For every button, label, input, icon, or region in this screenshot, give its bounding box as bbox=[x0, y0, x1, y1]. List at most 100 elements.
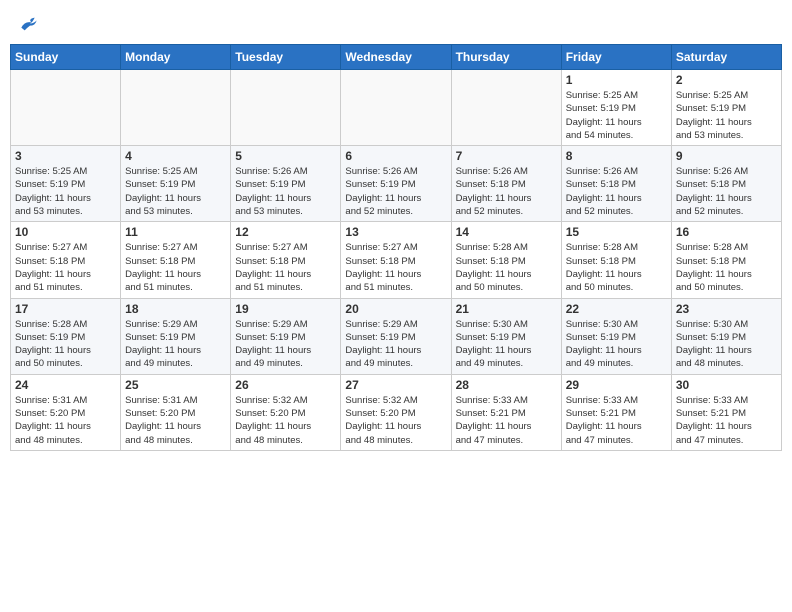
day-info: Sunrise: 5:26 AM Sunset: 5:19 PM Dayligh… bbox=[345, 165, 446, 218]
day-number: 12 bbox=[235, 225, 336, 239]
page-header bbox=[10, 10, 782, 38]
day-number: 8 bbox=[566, 149, 667, 163]
calendar-header-saturday: Saturday bbox=[671, 45, 781, 70]
day-number: 11 bbox=[125, 225, 226, 239]
calendar-week-row: 17 Sunrise: 5:28 AM Sunset: 5:19 PM Dayli… bbox=[11, 298, 782, 374]
day-number: 22 bbox=[566, 302, 667, 316]
calendar-week-row: 1 Sunrise: 5:25 AM Sunset: 5:19 PM Daylig… bbox=[11, 70, 782, 146]
calendar-header-row: SundayMondayTuesdayWednesdayThursdayFrid… bbox=[11, 45, 782, 70]
day-number: 28 bbox=[456, 378, 557, 392]
calendar-cell bbox=[451, 70, 561, 146]
calendar-cell: 4 Sunrise: 5:25 AM Sunset: 5:19 PM Daylig… bbox=[121, 146, 231, 222]
day-info: Sunrise: 5:26 AM Sunset: 5:18 PM Dayligh… bbox=[456, 165, 557, 218]
calendar-table: SundayMondayTuesdayWednesdayThursdayFrid… bbox=[10, 44, 782, 451]
calendar-cell: 30 Sunrise: 5:33 AM Sunset: 5:21 PM Dayli… bbox=[671, 374, 781, 450]
calendar-cell: 25 Sunrise: 5:31 AM Sunset: 5:20 PM Dayli… bbox=[121, 374, 231, 450]
day-number: 16 bbox=[676, 225, 777, 239]
day-number: 25 bbox=[125, 378, 226, 392]
calendar-cell: 22Sunrise: 5:30 AM Sunset: 5:19 PM Dayli… bbox=[561, 298, 671, 374]
calendar-cell bbox=[231, 70, 341, 146]
day-info: Sunrise: 5:29 AM Sunset: 5:19 PM Dayligh… bbox=[235, 318, 336, 371]
day-number: 4 bbox=[125, 149, 226, 163]
day-info: Sunrise: 5:31 AM Sunset: 5:20 PM Dayligh… bbox=[15, 394, 116, 447]
day-info: Sunrise: 5:25 AM Sunset: 5:19 PM Dayligh… bbox=[676, 89, 777, 142]
calendar-cell: 5 Sunrise: 5:26 AM Sunset: 5:19 PM Daylig… bbox=[231, 146, 341, 222]
calendar-header-thursday: Thursday bbox=[451, 45, 561, 70]
day-info: Sunrise: 5:30 AM Sunset: 5:19 PM Dayligh… bbox=[676, 318, 777, 371]
day-info: Sunrise: 5:28 AM Sunset: 5:18 PM Dayligh… bbox=[676, 241, 777, 294]
calendar-cell: 29 Sunrise: 5:33 AM Sunset: 5:21 PM Dayli… bbox=[561, 374, 671, 450]
calendar-cell: 16 Sunrise: 5:28 AM Sunset: 5:18 PM Dayli… bbox=[671, 222, 781, 298]
calendar-cell: 19Sunrise: 5:29 AM Sunset: 5:19 PM Dayli… bbox=[231, 298, 341, 374]
calendar-cell bbox=[11, 70, 121, 146]
logo-bird-icon bbox=[18, 14, 38, 34]
day-info: Sunrise: 5:25 AM Sunset: 5:19 PM Dayligh… bbox=[125, 165, 226, 218]
day-info: Sunrise: 5:25 AM Sunset: 5:19 PM Dayligh… bbox=[566, 89, 667, 142]
day-info: Sunrise: 5:26 AM Sunset: 5:18 PM Dayligh… bbox=[566, 165, 667, 218]
day-info: Sunrise: 5:33 AM Sunset: 5:21 PM Dayligh… bbox=[456, 394, 557, 447]
day-number: 6 bbox=[345, 149, 446, 163]
day-info: Sunrise: 5:27 AM Sunset: 5:18 PM Dayligh… bbox=[15, 241, 116, 294]
day-info: Sunrise: 5:32 AM Sunset: 5:20 PM Dayligh… bbox=[345, 394, 446, 447]
calendar-cell: 21 Sunrise: 5:30 AM Sunset: 5:19 PM Dayli… bbox=[451, 298, 561, 374]
day-number: 10 bbox=[15, 225, 116, 239]
calendar-cell bbox=[121, 70, 231, 146]
day-info: Sunrise: 5:33 AM Sunset: 5:21 PM Dayligh… bbox=[566, 394, 667, 447]
calendar-cell: 11 Sunrise: 5:27 AM Sunset: 5:18 PM Dayli… bbox=[121, 222, 231, 298]
calendar-cell: 8 Sunrise: 5:26 AM Sunset: 5:18 PM Daylig… bbox=[561, 146, 671, 222]
calendar-cell: 10 Sunrise: 5:27 AM Sunset: 5:18 PM Dayli… bbox=[11, 222, 121, 298]
day-info: Sunrise: 5:26 AM Sunset: 5:19 PM Dayligh… bbox=[235, 165, 336, 218]
day-number: 17 bbox=[15, 302, 116, 316]
day-number: 30 bbox=[676, 378, 777, 392]
day-number: 1 bbox=[566, 73, 667, 87]
calendar-header-monday: Monday bbox=[121, 45, 231, 70]
day-number: 14 bbox=[456, 225, 557, 239]
day-number: 7 bbox=[456, 149, 557, 163]
day-info: Sunrise: 5:32 AM Sunset: 5:20 PM Dayligh… bbox=[235, 394, 336, 447]
day-info: Sunrise: 5:29 AM Sunset: 5:19 PM Dayligh… bbox=[125, 318, 226, 371]
day-number: 26 bbox=[235, 378, 336, 392]
calendar-header-friday: Friday bbox=[561, 45, 671, 70]
day-info: Sunrise: 5:30 AM Sunset: 5:19 PM Dayligh… bbox=[456, 318, 557, 371]
day-number: 29 bbox=[566, 378, 667, 392]
calendar-header-sunday: Sunday bbox=[11, 45, 121, 70]
day-info: Sunrise: 5:29 AM Sunset: 5:19 PM Dayligh… bbox=[345, 318, 446, 371]
calendar-cell: 15Sunrise: 5:28 AM Sunset: 5:18 PM Dayli… bbox=[561, 222, 671, 298]
calendar-cell: 9 Sunrise: 5:26 AM Sunset: 5:18 PM Daylig… bbox=[671, 146, 781, 222]
day-info: Sunrise: 5:33 AM Sunset: 5:21 PM Dayligh… bbox=[676, 394, 777, 447]
day-info: Sunrise: 5:28 AM Sunset: 5:19 PM Dayligh… bbox=[15, 318, 116, 371]
calendar-week-row: 10 Sunrise: 5:27 AM Sunset: 5:18 PM Dayli… bbox=[11, 222, 782, 298]
day-info: Sunrise: 5:31 AM Sunset: 5:20 PM Dayligh… bbox=[125, 394, 226, 447]
day-number: 13 bbox=[345, 225, 446, 239]
calendar-cell: 17 Sunrise: 5:28 AM Sunset: 5:19 PM Dayli… bbox=[11, 298, 121, 374]
calendar-cell: 24 Sunrise: 5:31 AM Sunset: 5:20 PM Dayli… bbox=[11, 374, 121, 450]
day-number: 20 bbox=[345, 302, 446, 316]
day-info: Sunrise: 5:26 AM Sunset: 5:18 PM Dayligh… bbox=[676, 165, 777, 218]
calendar-cell: 20 Sunrise: 5:29 AM Sunset: 5:19 PM Dayli… bbox=[341, 298, 451, 374]
day-info: Sunrise: 5:27 AM Sunset: 5:18 PM Dayligh… bbox=[125, 241, 226, 294]
logo bbox=[16, 14, 38, 34]
day-number: 21 bbox=[456, 302, 557, 316]
calendar-cell: 12 Sunrise: 5:27 AM Sunset: 5:18 PM Dayli… bbox=[231, 222, 341, 298]
calendar-cell: 3Sunrise: 5:25 AM Sunset: 5:19 PM Daylig… bbox=[11, 146, 121, 222]
day-info: Sunrise: 5:27 AM Sunset: 5:18 PM Dayligh… bbox=[235, 241, 336, 294]
calendar-cell: 23Sunrise: 5:30 AM Sunset: 5:19 PM Dayli… bbox=[671, 298, 781, 374]
day-number: 9 bbox=[676, 149, 777, 163]
calendar-cell bbox=[341, 70, 451, 146]
calendar-cell: 1 Sunrise: 5:25 AM Sunset: 5:19 PM Daylig… bbox=[561, 70, 671, 146]
calendar-cell: 2 Sunrise: 5:25 AM Sunset: 5:19 PM Daylig… bbox=[671, 70, 781, 146]
day-number: 2 bbox=[676, 73, 777, 87]
calendar-week-row: 24 Sunrise: 5:31 AM Sunset: 5:20 PM Dayli… bbox=[11, 374, 782, 450]
day-number: 18 bbox=[125, 302, 226, 316]
calendar-cell: 7 Sunrise: 5:26 AM Sunset: 5:18 PM Daylig… bbox=[451, 146, 561, 222]
calendar-header-wednesday: Wednesday bbox=[341, 45, 451, 70]
day-info: Sunrise: 5:25 AM Sunset: 5:19 PM Dayligh… bbox=[15, 165, 116, 218]
calendar-cell: 28 Sunrise: 5:33 AM Sunset: 5:21 PM Dayli… bbox=[451, 374, 561, 450]
day-info: Sunrise: 5:28 AM Sunset: 5:18 PM Dayligh… bbox=[566, 241, 667, 294]
calendar-week-row: 3Sunrise: 5:25 AM Sunset: 5:19 PM Daylig… bbox=[11, 146, 782, 222]
day-info: Sunrise: 5:27 AM Sunset: 5:18 PM Dayligh… bbox=[345, 241, 446, 294]
day-number: 5 bbox=[235, 149, 336, 163]
day-number: 27 bbox=[345, 378, 446, 392]
day-info: Sunrise: 5:28 AM Sunset: 5:18 PM Dayligh… bbox=[456, 241, 557, 294]
day-number: 24 bbox=[15, 378, 116, 392]
